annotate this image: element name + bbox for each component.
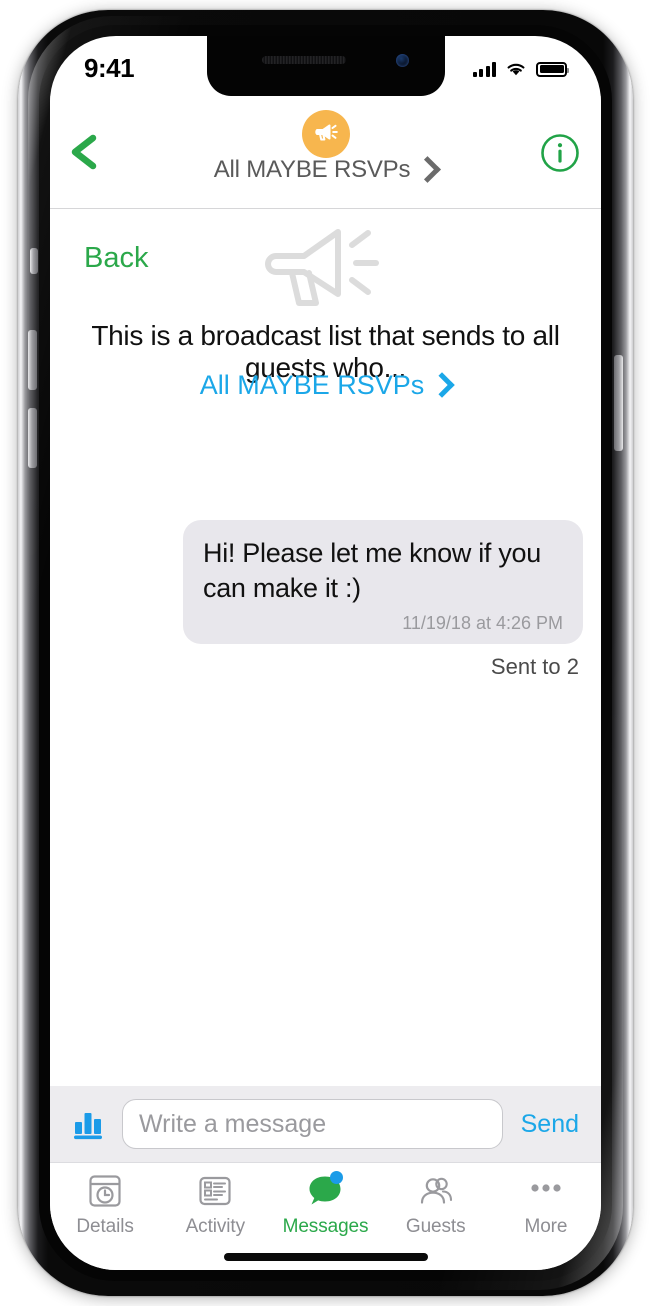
tab-more-label: More <box>524 1216 568 1237</box>
tab-guests[interactable]: Guests <box>381 1171 491 1238</box>
tab-messages[interactable]: Messages <box>270 1171 380 1238</box>
message-input-bar: Send <box>50 1086 601 1162</box>
chevron-right-icon <box>414 156 442 183</box>
page-title: All MAYBE RSVPs <box>213 156 411 183</box>
message-text: Hi! Please let me know if you can make i… <box>203 538 541 603</box>
broadcast-recipient-link[interactable]: All MAYBE RSVPs <box>50 370 601 401</box>
speech-bubble-icon <box>306 1171 346 1211</box>
tab-more[interactable]: More <box>491 1171 601 1238</box>
feed-list-icon <box>195 1171 235 1211</box>
nav-title-row[interactable]: All MAYBE RSVPs <box>213 156 442 184</box>
back-link[interactable]: Back <box>84 242 148 275</box>
message-row: Hi! Please let me know if you can make i… <box>183 520 583 680</box>
tab-activity-label: Activity <box>185 1216 245 1237</box>
tab-details[interactable]: Details <box>50 1171 160 1238</box>
bar-chart-icon[interactable] <box>66 1102 110 1146</box>
status-bar-indicators <box>472 61 569 77</box>
tab-guests-label: Guests <box>405 1216 466 1237</box>
phone-device-frame: 9:41 All MAYBE RSVPs Back This is a broa… <box>18 10 633 1296</box>
phone-screen: 9:41 All MAYBE RSVPs Back This is a broa… <box>50 36 601 1270</box>
info-circle-icon[interactable] <box>539 132 581 174</box>
megaphone-avatar-icon <box>301 110 350 158</box>
earpiece-speaker <box>261 56 346 64</box>
wifi-icon <box>507 63 525 76</box>
volume-up-button[interactable] <box>28 330 37 390</box>
mute-switch-button[interactable] <box>30 248 38 274</box>
tab-activity[interactable]: Activity <box>160 1171 270 1238</box>
cellular-signal-icon <box>472 61 496 77</box>
calendar-clock-icon <box>85 1171 125 1211</box>
ellipsis-icon <box>526 1171 566 1211</box>
message-bubble[interactable]: Hi! Please let me know if you can make i… <box>183 520 583 645</box>
nav-title-group[interactable]: All MAYBE RSVPs <box>50 110 601 184</box>
megaphone-outline-icon <box>256 220 396 316</box>
people-group-icon <box>416 1171 456 1211</box>
status-bar-time: 9:41 <box>84 52 135 83</box>
message-input-field[interactable] <box>122 1099 503 1149</box>
chevron-right-icon <box>429 371 456 398</box>
device-notch <box>206 36 445 96</box>
message-timestamp: 11/19/18 at 4:26 PM <box>402 613 563 634</box>
front-camera <box>395 54 409 67</box>
tab-messages-label: Messages <box>282 1216 369 1237</box>
message-delivery-status: Sent to 2 <box>490 654 579 680</box>
home-indicator[interactable] <box>223 1253 428 1261</box>
message-thread-content: Back This is a broadcast list that sends… <box>50 208 601 1110</box>
send-button[interactable]: Send <box>515 1110 585 1139</box>
battery-icon <box>536 61 569 77</box>
broadcast-recipient-label: All MAYBE RSVPs <box>199 370 425 400</box>
tab-details-label: Details <box>76 1216 134 1237</box>
navigation-bar: All MAYBE RSVPs <box>50 96 601 209</box>
power-button[interactable] <box>614 355 623 451</box>
unread-badge <box>329 1171 343 1184</box>
volume-down-button[interactable] <box>28 408 37 468</box>
